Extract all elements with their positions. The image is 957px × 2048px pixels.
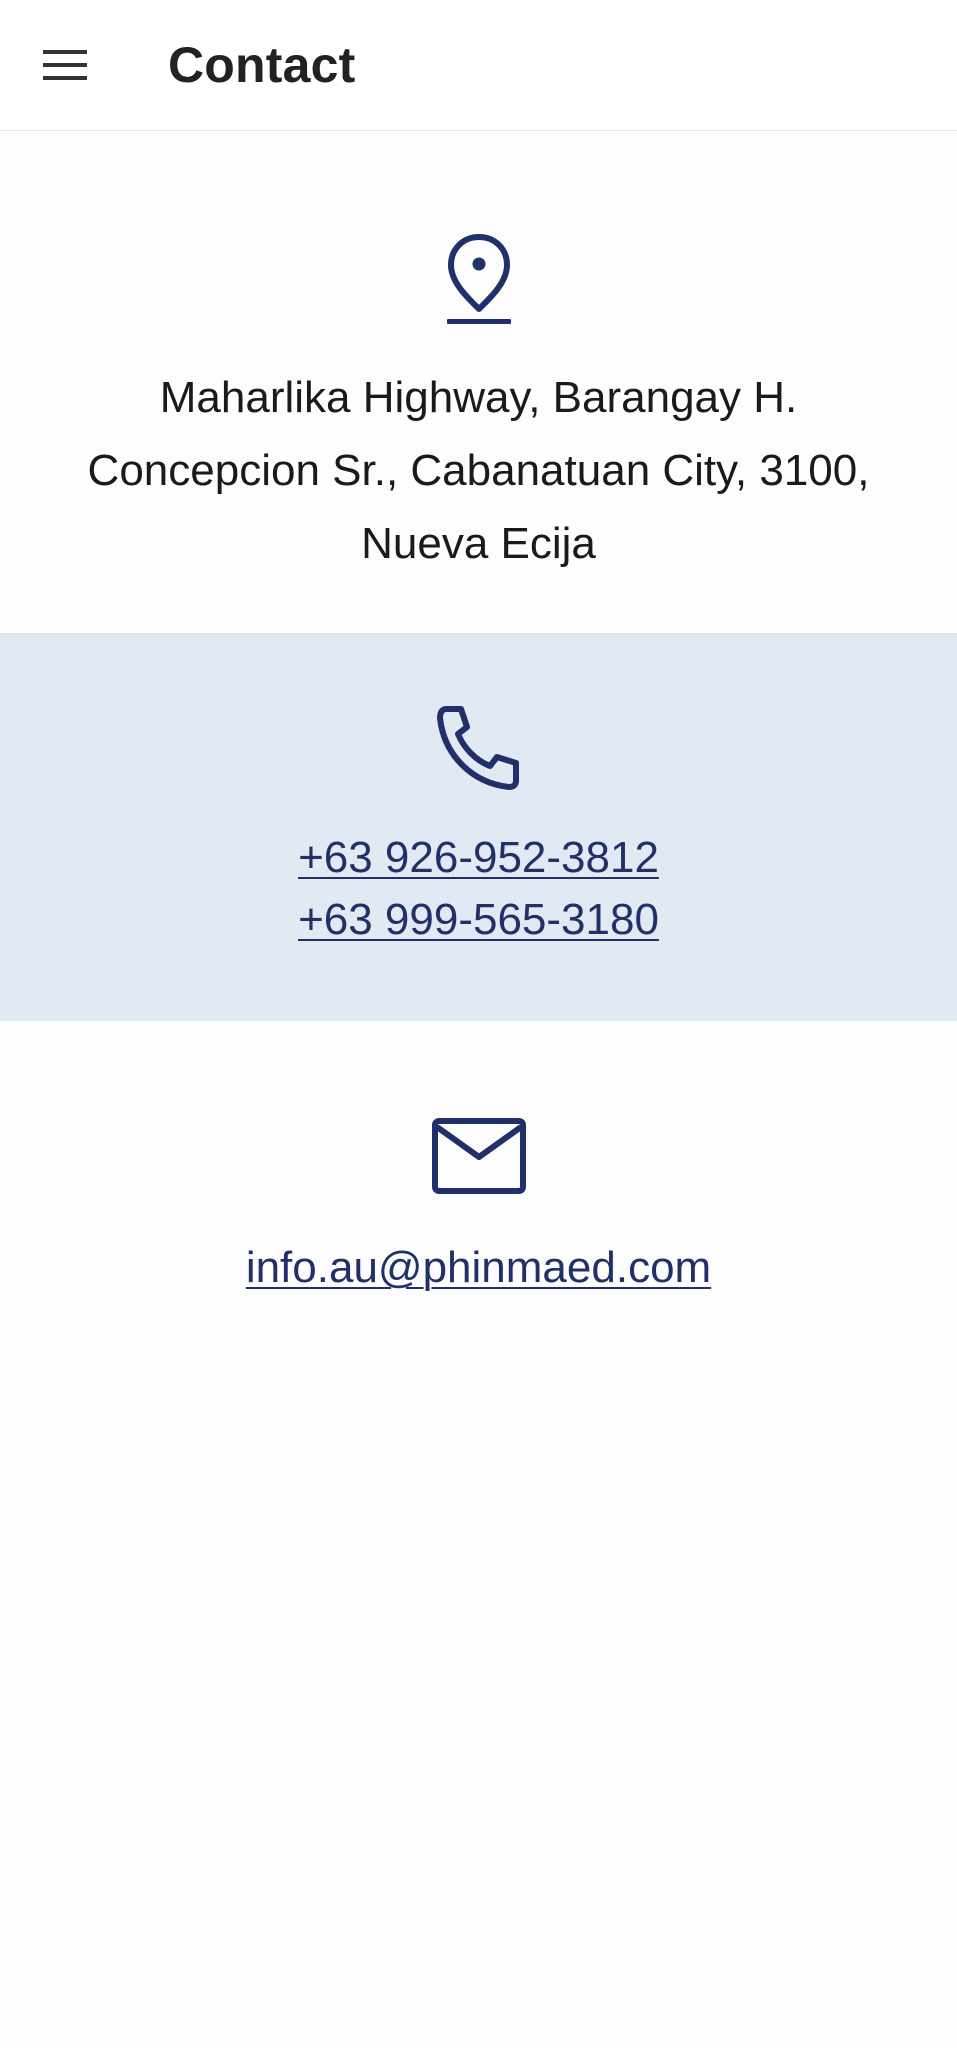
- phone-link-1[interactable]: +63 926-952-3812: [298, 827, 659, 889]
- app-bar: Contact: [0, 0, 957, 131]
- phone-section: +63 926-952-3812 +63 999-565-3180: [0, 633, 957, 1021]
- phone-number-list: +63 926-952-3812 +63 999-565-3180: [298, 827, 659, 951]
- email-link[interactable]: info.au@phinmaed.com: [246, 1237, 711, 1299]
- phone-icon: [434, 703, 524, 793]
- phone-link-2[interactable]: +63 999-565-3180: [298, 889, 659, 951]
- hamburger-menu-icon: [43, 50, 87, 80]
- menu-button[interactable]: [36, 36, 94, 94]
- address-text: Maharlika Highway, Barangay H. Concepcio…: [87, 373, 870, 568]
- email-section: info.au@phinmaed.com: [0, 1021, 957, 1299]
- mail-icon: [431, 1117, 527, 1195]
- page-title: Contact: [168, 37, 356, 93]
- contact-screen: Contact Maharlika Highway, Barangay H. C…: [0, 0, 957, 2048]
- map-pin-icon: [443, 231, 515, 327]
- address-section: Maharlika Highway, Barangay H. Concepcio…: [0, 131, 957, 633]
